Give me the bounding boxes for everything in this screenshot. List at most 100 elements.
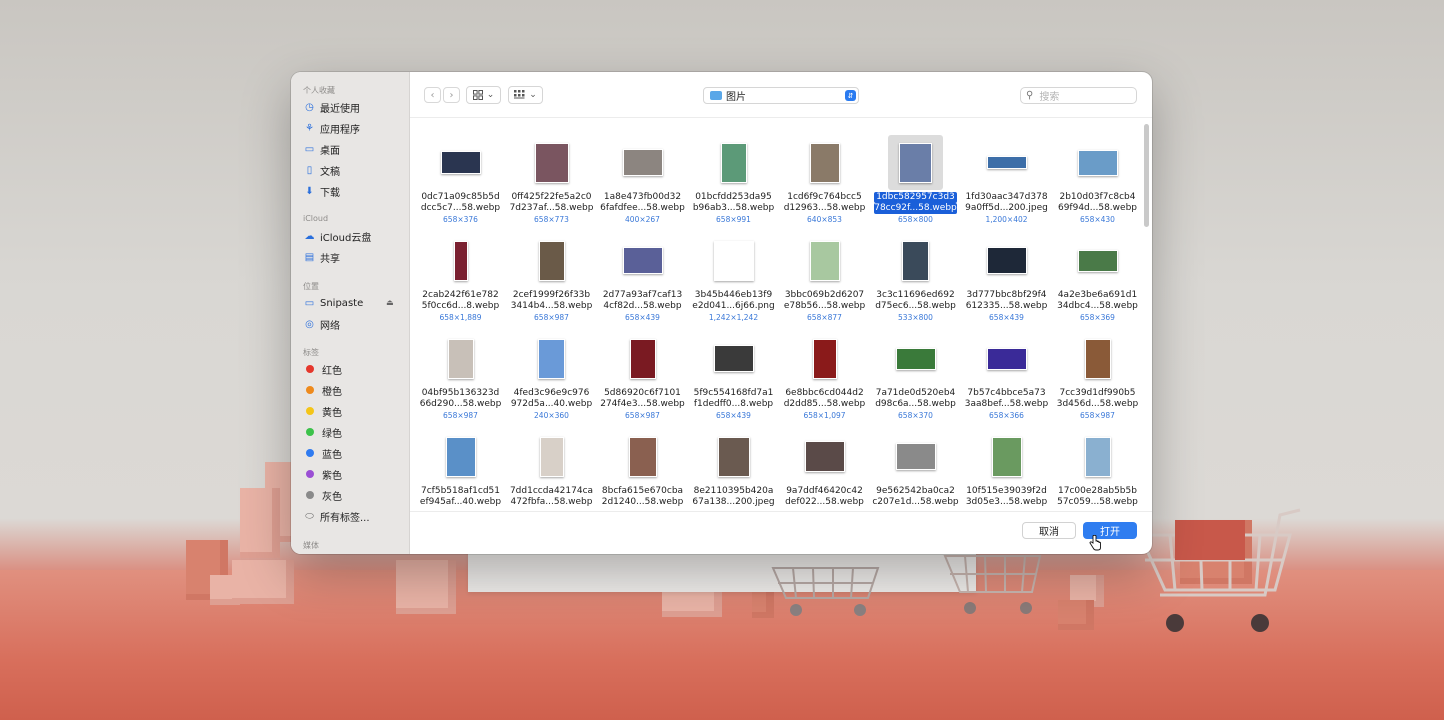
file-item[interactable]: 9e562542ba0ca2 c207e1d...58.webp <box>870 429 961 511</box>
file-dimensions: 658×430 <box>1080 215 1115 224</box>
sidebar-all-tags[interactable]: ⬭ 所有标签... <box>304 507 369 525</box>
file-thumbnail-frame <box>524 233 579 288</box>
sidebar-item-label: Snipaste <box>320 297 364 309</box>
file-name-line: 472fbfa...58.webp <box>510 497 593 507</box>
image-thumbnail <box>629 338 656 379</box>
file-item[interactable]: 3b45b446eb13f9 e2d041...6j66.png 1,242×1,2… <box>688 233 779 325</box>
file-item[interactable]: 3c3c11696ed692 d75ec6...58.webp 533×800 <box>870 233 961 325</box>
sidebar-item-favorites-2[interactable]: ▭ 桌面 <box>304 140 340 158</box>
file-name: 2b10d03f7c8cb4 69f94d...58.webp <box>1052 192 1143 214</box>
file-item[interactable]: 7dd1ccda42174ca 472fbfa...58.webp <box>506 429 597 511</box>
file-name-line: 3d05e3...58.webp <box>965 497 1048 507</box>
back-button[interactable]: ‹ <box>424 87 441 103</box>
sidebar-item-label: 网络 <box>320 320 340 332</box>
search-field[interactable]: ⚲ 搜索 <box>1020 87 1137 104</box>
file-name-line: 2b10d03f7c8cb4 <box>1059 192 1136 202</box>
sidebar-tag-2[interactable]: 黄色 <box>304 402 342 420</box>
file-item[interactable]: 10f515e39039f2d 3d05e3...58.webp <box>961 429 1052 511</box>
file-item[interactable]: 0ff425f22fe5a2c0 7d237af...58.webp 658×773 <box>506 135 597 227</box>
image-thumbnail <box>1084 338 1111 379</box>
image-thumbnail <box>1084 436 1111 477</box>
file-item[interactable]: 17c00e28ab5b5b 57c059...58.webp <box>1052 429 1143 511</box>
sidebar-item-label: 最近使用 <box>320 103 360 115</box>
file-item[interactable]: 8e2110395b420a 67a138...200.jpeg <box>688 429 779 511</box>
file-thumbnail-frame <box>706 331 761 386</box>
sidebar-item-favorites-3[interactable]: ▯ 文稿 <box>304 161 340 179</box>
sidebar-tag-6[interactable]: 灰色 <box>304 486 342 504</box>
file-item[interactable]: 1dbc582957c3d3 78cc92f...58.webp 658×800 <box>870 135 961 227</box>
file-item[interactable]: 5d86920c6f7101 274f4e3...58.webp 658×987 <box>597 331 688 423</box>
file-name-line: 57c059...58.webp <box>1057 497 1138 507</box>
image-thumbnail <box>539 436 564 477</box>
file-item[interactable]: 7b57c4bbce5a73 3aa8bef...58.webp 658×366 <box>961 331 1052 423</box>
file-item[interactable]: 7a71de0d520eb4 d98c6a...58.webp 658×370 <box>870 331 961 423</box>
file-name-line: 2cef1999f26f33b <box>512 290 591 300</box>
file-name-line: 1a8e473fb00d32 <box>603 192 682 202</box>
view-mode-button[interactable]: ⌄ <box>466 86 501 104</box>
sidebar-tag-label: 红色 <box>322 365 342 377</box>
folder-location-select[interactable]: 图片 ⇵ <box>703 87 859 104</box>
file-name-line: 1cd6f9c764bcc5 <box>787 192 862 202</box>
file-item[interactable]: 01bcfdd253da95 b96ab3...58.webp 658×991 <box>688 135 779 227</box>
forward-button[interactable]: › <box>443 87 460 103</box>
file-item[interactable]: 2b10d03f7c8cb4 69f94d...58.webp 658×430 <box>1052 135 1143 227</box>
file-item[interactable]: 1a8e473fb00d32 6fafdfee...58.webp 400×267 <box>597 135 688 227</box>
file-name-line: 5f9c554168fd7a1 <box>693 388 774 398</box>
file-item[interactable]: 4fed3c96e9c976 972d5a...40.webp 240×360 <box>506 331 597 423</box>
sidebar-item-locations-1[interactable]: ◎ 网络 <box>304 315 340 333</box>
group-view-button[interactable]: ⌄ <box>508 86 543 104</box>
image-thumbnail <box>986 347 1027 370</box>
file-item[interactable]: 7cc39d1df990b5 3d456d...58.webp 658×987 <box>1052 331 1143 423</box>
file-item[interactable]: 2cab242f61e782 5f0cc6d...8.webp 658×1,889 <box>415 233 506 325</box>
file-item[interactable]: 3bbc069b2d6207 e78b56...58.webp 658×877 <box>779 233 870 325</box>
tag-color-dot-icon <box>306 386 314 394</box>
file-dimensions: 1,242×1,242 <box>708 313 759 322</box>
sidebar-item-favorites-1[interactable]: ⚘ 应用程序 <box>304 119 360 137</box>
file-item[interactable]: 5f9c554168fd7a1 f1dedff0...8.webp 658×439 <box>688 331 779 423</box>
file-item[interactable]: 1fd30aac347d378 9a0ff5d...200.jpeg 1,200×4… <box>961 135 1052 227</box>
file-item[interactable]: 4a2e3be6a691d1 34dbc4...58.webp 658×369 <box>1052 233 1143 325</box>
file-name: 5d86920c6f7101 274f4e3...58.webp <box>597 388 688 410</box>
sidebar-tag-0[interactable]: 红色 <box>304 360 342 378</box>
sidebar-item-icloud-1[interactable]: ▤ 共享 <box>304 248 340 266</box>
file-item[interactable]: 7cf5b518af1cd51 ef945af...40.webp <box>415 429 506 511</box>
file-dimensions: 658×987 <box>625 411 660 420</box>
file-item[interactable]: 3d777bbc8bf29f4 612335...58.webp 658×439 <box>961 233 1052 325</box>
shopping-cart-icon <box>943 555 1042 614</box>
file-item[interactable]: 1cd6f9c764bcc5 d12963...58.webp 640×853 <box>779 135 870 227</box>
sidebar-tag-3[interactable]: 绿色 <box>304 423 342 441</box>
file-item[interactable]: 8bcfa615e670cba 2d1240...58.webp <box>597 429 688 511</box>
cancel-button[interactable]: 取消 <box>1022 522 1076 539</box>
file-item[interactable]: 2cef1999f26f33b 3414b4...58.webp 658×987 <box>506 233 597 325</box>
file-item[interactable]: 0dc71a09c85b5d dcc5c7...58.webp 658×376 <box>415 135 506 227</box>
file-item[interactable]: 9a7ddf46420c42 def022...58.webp <box>779 429 870 511</box>
sidebar-tag-label: 黄色 <box>322 407 342 419</box>
image-thumbnail <box>812 338 837 379</box>
file-name-line: 78cc92f...58.webp <box>874 203 957 214</box>
image-thumbnail <box>899 142 932 183</box>
file-name-line: ef945af...40.webp <box>419 497 502 507</box>
sidebar-tag-1[interactable]: 橙色 <box>304 381 342 399</box>
sidebar-tag-4[interactable]: 蓝色 <box>304 444 342 462</box>
sidebar-item-favorites-4[interactable]: ⬇ 下载 <box>304 182 340 200</box>
tag-color-dot-icon <box>306 491 314 499</box>
file-name: 0ff425f22fe5a2c0 7d237af...58.webp <box>506 192 597 214</box>
file-name-line: 4cf82d...58.webp <box>603 301 682 311</box>
sidebar-item-favorites-0[interactable]: ◷ 最近使用 <box>304 98 360 116</box>
sidebar-tag-5[interactable]: 紫色 <box>304 465 342 483</box>
file-item[interactable]: 2d77a93af7caf13 4cf82d...58.webp 658×439 <box>597 233 688 325</box>
file-thumbnail-frame <box>1070 429 1125 484</box>
file-item[interactable]: 04bf95b136323d 66d290...58.webp 658×987 <box>415 331 506 423</box>
file-thumbnail-frame <box>888 429 943 484</box>
sidebar-item-icloud-0[interactable]: ☁ iCloud云盘 <box>304 227 372 245</box>
eject-icon[interactable]: ⏏ <box>386 298 394 307</box>
file-name-line: 3bbc069b2d6207 <box>784 290 865 300</box>
file-dimensions: 658×991 <box>716 215 751 224</box>
file-item[interactable]: 6e8bbc6cd044d2 d2dd85...58.webp 658×1,097 <box>779 331 870 423</box>
sidebar-item-locations-0[interactable]: ▭ Snipaste <box>304 294 363 312</box>
file-name: 9e562542ba0ca2 c207e1d...58.webp <box>870 486 961 508</box>
file-thumbnail-frame <box>706 233 761 288</box>
network-icon: ◎ <box>305 318 314 330</box>
scrollbar-thumb[interactable] <box>1144 124 1149 227</box>
file-name-line: 34dbc4...58.webp <box>1057 301 1138 311</box>
